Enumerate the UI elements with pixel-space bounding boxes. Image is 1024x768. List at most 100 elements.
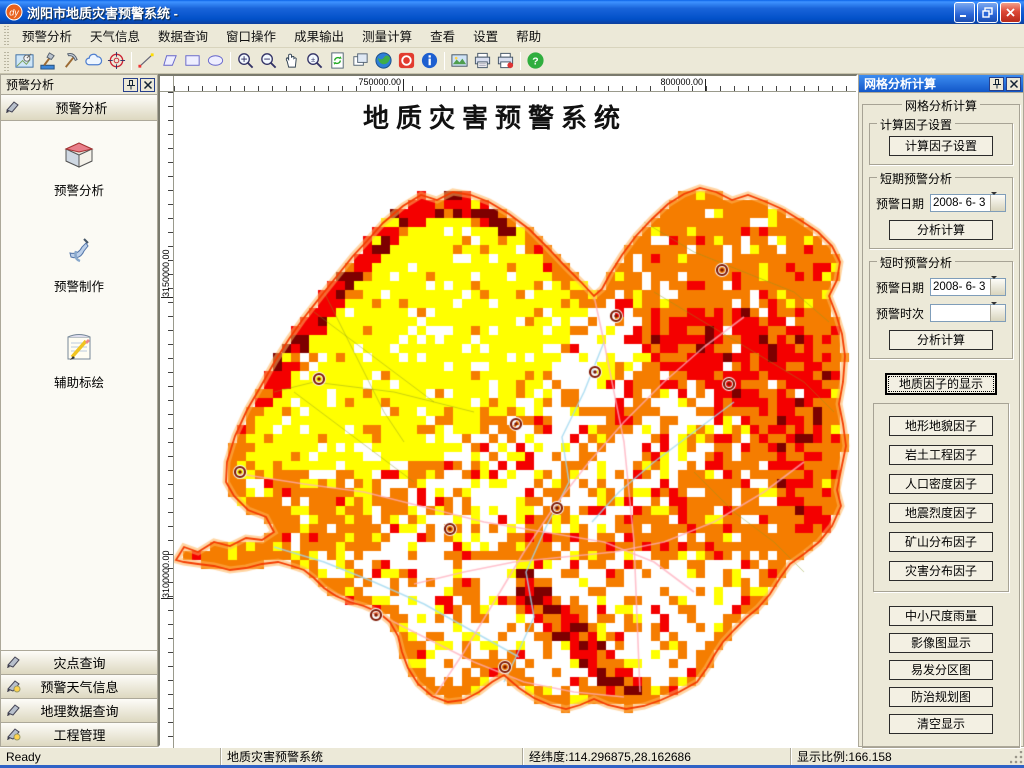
menu-item-成果输出[interactable]: 成果输出 bbox=[285, 27, 353, 47]
layer-button-易发分区图[interactable]: 易发分区图 bbox=[889, 660, 993, 680]
ruler-row: 750000.00 800000.00 bbox=[160, 76, 856, 92]
menu-item-数据查询[interactable]: 数据查询 bbox=[149, 27, 217, 47]
factor-button-岩土工程因子[interactable]: 岩土工程因子 bbox=[889, 445, 993, 465]
menu-item-预警分析[interactable]: 预警分析 bbox=[13, 27, 81, 47]
left-panel-section-header[interactable]: 预警分析 bbox=[1, 95, 157, 121]
left-panel-body: 预警分析预警制作辅助标绘 bbox=[1, 121, 157, 650]
short-term-analyze-button[interactable]: 分析计算 bbox=[889, 220, 993, 240]
layer-button-影像图显示[interactable]: 影像图显示 bbox=[889, 633, 993, 653]
factor-setting-group: 计算因子设置 计算因子设置 bbox=[869, 116, 1013, 165]
toolbar-grip[interactable] bbox=[3, 50, 10, 71]
app-icon: dy bbox=[5, 3, 23, 21]
factor-setting-button[interactable]: 计算因子设置 bbox=[889, 136, 993, 156]
chevron-down-icon[interactable] bbox=[990, 302, 1005, 325]
factor-button-灾害分布因子[interactable]: 灾害分布因子 bbox=[889, 561, 993, 581]
menu-item-窗口操作[interactable]: 窗口操作 bbox=[217, 27, 285, 47]
pin-icon[interactable] bbox=[123, 77, 138, 92]
close-button[interactable] bbox=[1000, 1, 1021, 23]
line-icon[interactable] bbox=[135, 50, 158, 72]
short-time-session-label: 预警时次 bbox=[876, 306, 925, 321]
layer-button-清空显示[interactable]: 清空显示 bbox=[889, 714, 993, 734]
layer-button-防治规划图[interactable]: 防治规划图 bbox=[889, 687, 993, 707]
short-time-analyze-button[interactable]: 分析计算 bbox=[889, 330, 993, 350]
factor-button-人口密度因子[interactable]: 人口密度因子 bbox=[889, 474, 993, 494]
short-time-date-combobox[interactable]: 2008- 6- 3 bbox=[930, 276, 1006, 299]
globe-icon[interactable] bbox=[372, 50, 395, 72]
image-icon[interactable] bbox=[448, 50, 471, 72]
resize-grip[interactable] bbox=[1010, 751, 1024, 765]
factor-button-矿山分布因子[interactable]: 矿山分布因子 bbox=[889, 532, 993, 552]
zoom-page-icon[interactable]: ± bbox=[303, 50, 326, 72]
sidebar-item-label: 地理数据查询 bbox=[40, 704, 119, 719]
short-term-date-combobox[interactable]: 2008- 6- 3 bbox=[930, 192, 1006, 215]
sidebar-item-灾点查询[interactable]: 灾点查询 bbox=[1, 650, 157, 674]
ruler-major-tick bbox=[161, 297, 173, 298]
short-time-session-combobox[interactable] bbox=[930, 302, 1006, 325]
left-panel-titlebar: 预警分析 bbox=[1, 75, 157, 95]
close-icon[interactable] bbox=[1006, 76, 1021, 91]
ellipse-icon[interactable] bbox=[204, 50, 227, 72]
refresh-icon[interactable] bbox=[326, 50, 349, 72]
satellite-icon[interactable] bbox=[13, 50, 36, 72]
layer-button-中小尺度雨量[interactable]: 中小尺度雨量 bbox=[889, 606, 993, 626]
axe-icon[interactable] bbox=[36, 50, 59, 72]
close-icon[interactable] bbox=[140, 77, 155, 92]
print-setup-icon[interactable] bbox=[494, 50, 517, 72]
ruler-major-tick bbox=[403, 79, 404, 91]
pan-icon[interactable] bbox=[280, 50, 303, 72]
factor-button-地形地貌因子[interactable]: 地形地貌因子 bbox=[889, 416, 993, 436]
short-term-group-title: 短期预警分析 bbox=[877, 170, 956, 187]
help-icon[interactable]: ? bbox=[524, 50, 547, 72]
right-panel-titlebar: 网格分析计算 bbox=[859, 75, 1023, 93]
title-bar: dy 浏阳市地质灾害预警系统 - bbox=[0, 0, 1024, 24]
chevron-down-icon[interactable] bbox=[990, 276, 1005, 299]
map-canvas[interactable] bbox=[174, 92, 856, 743]
chevron-down-icon[interactable] bbox=[990, 192, 1005, 215]
menu-item-查看[interactable]: 查看 bbox=[421, 27, 464, 47]
menu-grip[interactable] bbox=[3, 26, 10, 45]
menu-item-帮助[interactable]: 帮助 bbox=[507, 27, 550, 47]
svg-text:dy: dy bbox=[9, 8, 19, 18]
pick-icon[interactable] bbox=[59, 50, 82, 72]
map-canvas-wrap: 地质灾害预警系统 bbox=[174, 92, 856, 748]
zoom-in-icon[interactable] bbox=[234, 50, 257, 72]
pin-icon[interactable] bbox=[989, 76, 1004, 91]
main-area: 预警分析 预警分析 预警分析预警制作辅助标绘 灾点查询 预警天气信息地理数据查询工… bbox=[0, 74, 1024, 748]
left-panel-title: 预警分析 bbox=[6, 78, 55, 92]
status-section-3: 显示比例:166.158 bbox=[790, 748, 1010, 765]
cloud-icon[interactable] bbox=[82, 50, 105, 72]
stop-icon[interactable] bbox=[395, 50, 418, 72]
print-icon[interactable] bbox=[471, 50, 494, 72]
target-icon[interactable] bbox=[105, 50, 128, 72]
tool-辅助标绘[interactable]: 辅助标绘 bbox=[54, 329, 104, 391]
ruler-label: 3100000.00 bbox=[161, 550, 171, 598]
horizontal-ruler: 750000.00 800000.00 bbox=[174, 76, 856, 92]
geo-factor-display-button[interactable]: 地质因子的显示 bbox=[885, 373, 997, 395]
tool-预警制作[interactable]: 预警制作 bbox=[54, 233, 104, 295]
sidebar-item-预警天气信息[interactable]: 预警天气信息 bbox=[1, 674, 157, 698]
tool-预警分析[interactable]: 预警分析 bbox=[54, 137, 104, 199]
zoom-out-icon[interactable] bbox=[257, 50, 280, 72]
minimize-button[interactable] bbox=[954, 1, 975, 23]
restore-button[interactable] bbox=[977, 1, 998, 23]
layers-icon[interactable] bbox=[349, 50, 372, 72]
menu-items: 预警分析 天气信息 数据查询 窗口操作 成果输出 测量计算 查看 设置 帮助 bbox=[13, 26, 550, 46]
sidebar-item-工程管理[interactable]: 工程管理 bbox=[1, 722, 157, 746]
menu-item-设置[interactable]: 设置 bbox=[464, 27, 507, 47]
menu-item-天气信息[interactable]: 天气信息 bbox=[81, 27, 149, 47]
sidebar-item-地理数据查询[interactable]: 地理数据查询 bbox=[1, 698, 157, 722]
svg-text:±: ± bbox=[311, 55, 315, 64]
toolbar-separator bbox=[131, 51, 132, 70]
polygon-icon[interactable] bbox=[158, 50, 181, 72]
short-time-date-label: 预警日期 bbox=[876, 280, 925, 295]
menu-item-测量计算[interactable]: 测量计算 bbox=[353, 27, 421, 47]
left-panel-section-title: 预警分析 bbox=[55, 101, 108, 116]
grid-analysis-group-title: 网格分析计算 bbox=[901, 97, 981, 114]
tool-label: 预警制作 bbox=[53, 280, 104, 294]
rect-icon[interactable] bbox=[181, 50, 204, 72]
map-view: 750000.00 800000.00 3150000.00 3100000.00 … bbox=[158, 74, 858, 748]
short-time-date-value: 2008- 6- 3 bbox=[933, 280, 986, 293]
info-icon[interactable] bbox=[418, 50, 441, 72]
tool-gray-icon bbox=[6, 702, 21, 720]
factor-button-地震烈度因子[interactable]: 地震烈度因子 bbox=[889, 503, 993, 523]
